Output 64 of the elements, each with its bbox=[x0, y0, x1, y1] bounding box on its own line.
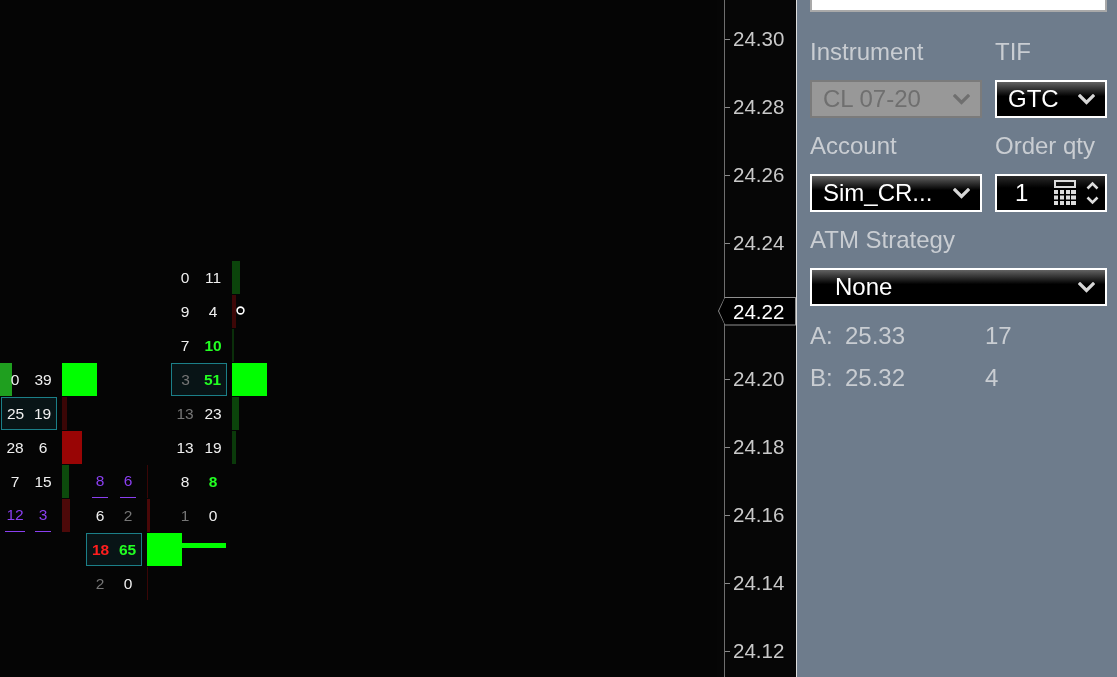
ask-volume: 10 bbox=[204, 336, 222, 355]
field-label: TIF bbox=[995, 38, 1032, 66]
ask-volume: 23 bbox=[204, 404, 222, 423]
bid-volume: 18 bbox=[91, 540, 110, 559]
ring-icon bbox=[236, 306, 245, 315]
bid-volume: 9 bbox=[180, 302, 190, 321]
ask-volume: 51 bbox=[203, 370, 222, 389]
price-label: 24.14 bbox=[733, 571, 785, 595]
price-label: 24.16 bbox=[733, 503, 785, 527]
ask-volume: 11 bbox=[204, 268, 222, 287]
chevron-down-icon bbox=[953, 187, 970, 199]
price-label: 24.12 bbox=[733, 639, 785, 663]
bid-volume: 3 bbox=[181, 370, 190, 389]
price-label: 24.18 bbox=[733, 435, 785, 459]
dropdown[interactable]: GTC bbox=[995, 80, 1107, 118]
quantity-field[interactable]: 1 bbox=[995, 174, 1107, 212]
bid-volume: 28 bbox=[6, 438, 24, 457]
field-label: Order qty bbox=[995, 132, 1097, 160]
ask-volume: 4 bbox=[208, 302, 218, 321]
bid-volume: 8 bbox=[92, 472, 108, 498]
bid-volume: 25 bbox=[6, 404, 25, 423]
price-label: 24.26 bbox=[733, 163, 785, 187]
price-label: 24.30 bbox=[733, 27, 785, 51]
ask-volume: 15 bbox=[34, 472, 52, 491]
ask-volume: 19 bbox=[204, 438, 222, 457]
chevron-down-icon bbox=[953, 93, 970, 105]
ask-volume: 8 bbox=[208, 472, 218, 491]
quote-price: 25.33 bbox=[845, 322, 907, 350]
quote-side: A: bbox=[810, 322, 834, 350]
price-label: 24.20 bbox=[733, 367, 785, 391]
price-label: 24.24 bbox=[733, 231, 785, 255]
bid-volume: 2 bbox=[95, 574, 105, 593]
bid-volume: 8 bbox=[180, 472, 190, 491]
ask-volume: 6 bbox=[38, 438, 48, 457]
ask-volume: 65 bbox=[118, 540, 137, 559]
bid-volume: 13 bbox=[176, 438, 194, 457]
bid-volume: 7 bbox=[10, 472, 20, 491]
ask-volume: 6 bbox=[120, 472, 136, 498]
chevron-down-icon bbox=[1078, 93, 1095, 105]
ask-volume: 19 bbox=[33, 404, 52, 423]
field-label: Account bbox=[810, 132, 898, 160]
bid-volume: 6 bbox=[95, 506, 105, 525]
bid-volume: 13 bbox=[176, 404, 194, 423]
bid-volume: 12 bbox=[5, 506, 25, 532]
ask-volume: 0 bbox=[123, 574, 133, 593]
chevron-down-icon bbox=[1078, 281, 1095, 293]
calculator-icon bbox=[1054, 180, 1076, 206]
quote-price: 25.32 bbox=[845, 364, 907, 392]
dropdown[interactable]: None bbox=[810, 268, 1107, 306]
ask-volume: 39 bbox=[34, 370, 52, 389]
dropdown[interactable]: Sim_CR... bbox=[810, 174, 982, 212]
field-label: Instrument bbox=[810, 38, 925, 66]
field-label: ATM Strategy bbox=[810, 226, 956, 254]
quote-size: 17 bbox=[985, 322, 1012, 350]
ask-volume: 3 bbox=[35, 506, 51, 532]
bid-volume: 1 bbox=[180, 506, 190, 525]
bid-volume: 7 bbox=[180, 336, 190, 355]
price-label: 24.28 bbox=[733, 95, 785, 119]
quote-size: 4 bbox=[985, 364, 999, 392]
quote-side: B: bbox=[810, 364, 834, 392]
current-price-label: 24.22 bbox=[718, 296, 796, 326]
bid-volume: 0 bbox=[180, 268, 190, 287]
ask-volume: 0 bbox=[208, 506, 218, 525]
ask-volume: 2 bbox=[123, 506, 133, 525]
